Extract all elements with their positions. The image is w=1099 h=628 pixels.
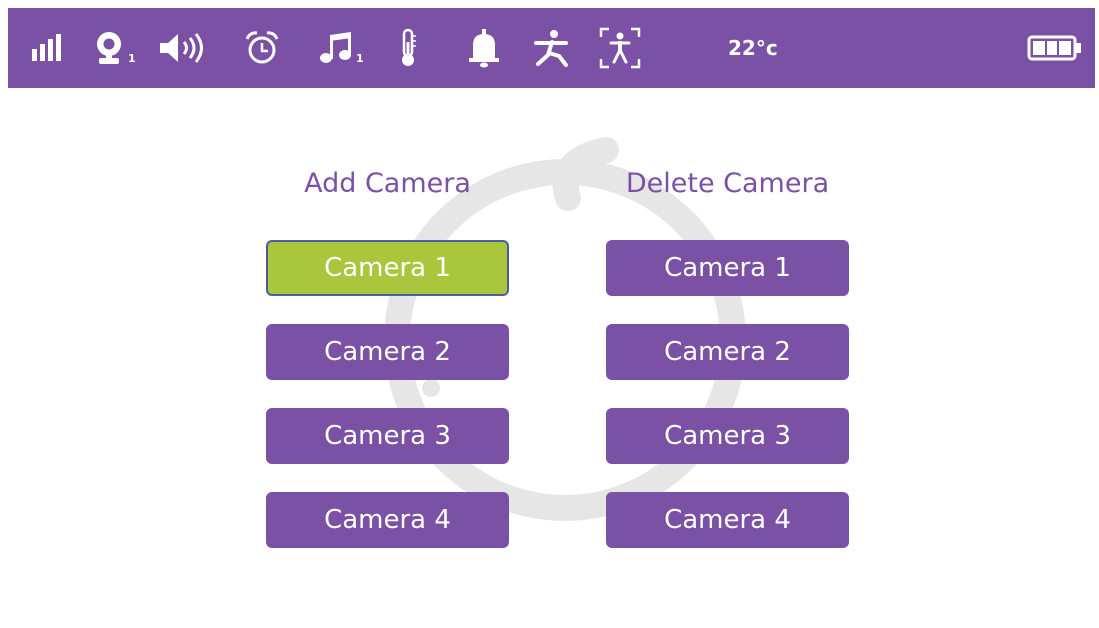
battery-icon	[1024, 8, 1086, 88]
thermometer-icon	[390, 8, 426, 88]
alarm-clock-icon	[242, 8, 282, 88]
add-camera-4-button[interactable]: Camera 4	[266, 492, 509, 548]
add-camera-1-button[interactable]: Camera 1	[266, 240, 509, 296]
delete-camera-4-button[interactable]: Camera 4	[606, 492, 849, 548]
baby-camera-icon: 1	[88, 8, 136, 88]
camera-management-panel: Add Camera Delete Camera Camera 1 Camera…	[8, 88, 1095, 628]
camera-setup-screen: 1 1 22°c Add Camera Delete Camera Camera…	[0, 0, 1099, 628]
delete-camera-2-button[interactable]: Camera 2	[606, 324, 849, 380]
speaker-volume-icon	[156, 8, 218, 88]
signal-bars-icon	[28, 8, 68, 88]
delete-camera-3-button[interactable]: Camera 3	[606, 408, 849, 464]
add-camera-2-button[interactable]: Camera 2	[266, 324, 509, 380]
bell-icon	[464, 8, 504, 88]
status-bar: 1 1 22°c	[8, 8, 1095, 88]
temperature-readout: 22°c	[728, 36, 778, 60]
add-camera-title: Add Camera	[304, 168, 471, 199]
add-camera-3-button[interactable]: Camera 3	[266, 408, 509, 464]
camera-number: 1	[128, 52, 136, 65]
motion-person-icon	[530, 8, 574, 88]
baby-logo-watermark-icon	[384, 137, 746, 521]
delete-camera-title: Delete Camera	[625, 168, 830, 199]
delete-camera-1-button[interactable]: Camera 1	[606, 240, 849, 296]
focus-frame-person-icon	[594, 8, 646, 88]
music-number: 1	[356, 52, 364, 65]
music-note-icon: 1	[310, 8, 364, 88]
